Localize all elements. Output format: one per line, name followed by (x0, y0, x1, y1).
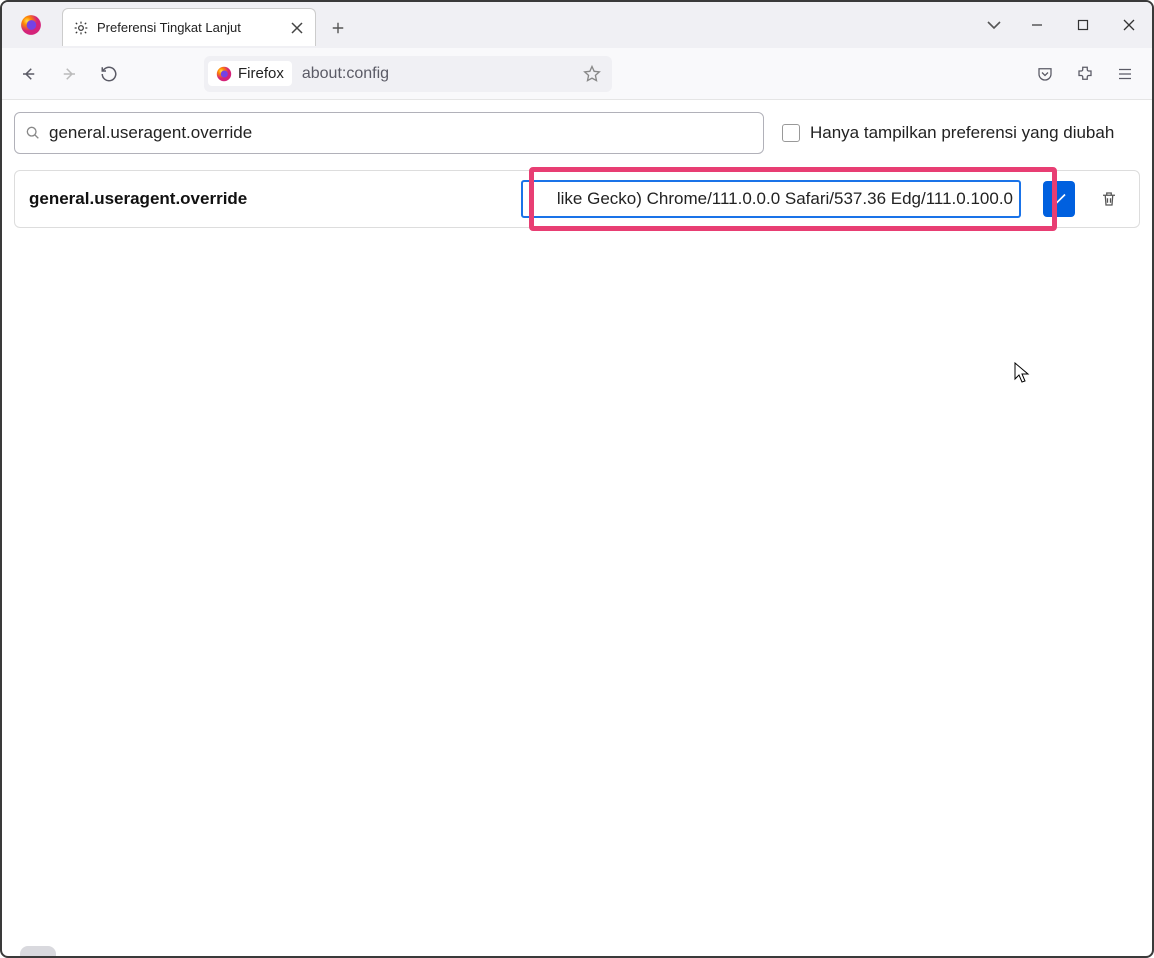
star-icon (582, 64, 602, 84)
check-icon (1050, 190, 1068, 208)
identity-box[interactable]: Firefox (208, 61, 292, 86)
preference-value-input[interactable] (521, 180, 1021, 218)
url-bar[interactable]: Firefox about:config (204, 56, 612, 92)
extensions-button[interactable] (1068, 57, 1102, 91)
modified-only-checkbox[interactable] (782, 124, 800, 142)
arrow-left-icon (20, 65, 38, 83)
cursor-icon (1014, 362, 1030, 384)
search-icon (25, 125, 41, 141)
close-icon (1123, 19, 1135, 31)
chevron-down-icon (986, 20, 1002, 30)
browser-tab[interactable]: Preferensi Tingkat Lanjut (62, 8, 316, 46)
app-menu-button[interactable] (1108, 57, 1142, 91)
app-logo-area (2, 2, 60, 48)
reload-icon (100, 65, 118, 83)
maximize-button[interactable] (1060, 2, 1106, 48)
close-icon (289, 20, 305, 36)
pocket-button[interactable] (1028, 57, 1062, 91)
title-bar: Preferensi Tingkat Lanjut (2, 2, 1152, 48)
puzzle-icon (1076, 65, 1094, 83)
save-button[interactable] (1043, 181, 1075, 217)
minimize-button[interactable] (1014, 2, 1060, 48)
trash-icon (1100, 190, 1118, 208)
minimize-icon (1031, 19, 1043, 31)
maximize-icon (1077, 19, 1089, 31)
identity-label: Firefox (238, 65, 284, 82)
bottom-handle (20, 946, 56, 956)
forward-button[interactable] (52, 57, 86, 91)
reload-button[interactable] (92, 57, 126, 91)
bookmark-button[interactable] (582, 64, 602, 84)
about-config-content: Hanya tampilkan preferensi yang diubah g… (2, 100, 1152, 956)
pocket-icon (1036, 65, 1054, 83)
preference-name: general.useragent.override (29, 189, 509, 209)
back-button[interactable] (12, 57, 46, 91)
search-input[interactable] (49, 123, 753, 143)
tab-title: Preferensi Tingkat Lanjut (97, 20, 281, 35)
hamburger-icon (1116, 65, 1134, 83)
tab-close-button[interactable] (289, 20, 305, 36)
gear-icon (73, 20, 89, 36)
new-tab-button[interactable] (322, 8, 354, 48)
window-controls (1014, 2, 1152, 48)
plus-icon (331, 21, 345, 35)
preference-row: general.useragent.override (14, 170, 1140, 228)
search-box[interactable] (14, 112, 764, 154)
arrow-right-icon (60, 65, 78, 83)
url-text: about:config (302, 65, 582, 83)
modified-only-label: Hanya tampilkan preferensi yang diubah (810, 123, 1114, 143)
firefox-logo-icon (216, 66, 232, 82)
firefox-logo-icon (20, 14, 42, 36)
delete-button[interactable] (1093, 181, 1125, 217)
close-window-button[interactable] (1106, 2, 1152, 48)
all-tabs-button[interactable] (974, 2, 1014, 48)
toolbar: Firefox about:config (2, 48, 1152, 100)
